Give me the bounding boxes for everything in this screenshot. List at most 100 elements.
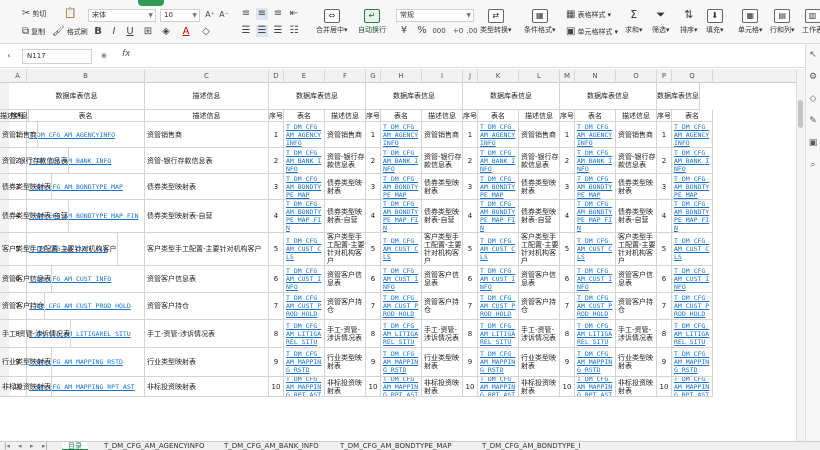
number-format-select[interactable]: 常规 ▼ bbox=[396, 9, 474, 22]
table-link-cell[interactable]: T_DM_CFG_AM_CUST_I NFO bbox=[381, 266, 422, 293]
table-link-cell[interactable]: T_DM_CFG_AM_BONDTY PE_MAP_FI N bbox=[575, 200, 616, 233]
format-painter-button[interactable]: 🖌 格式刷 bbox=[52, 27, 88, 37]
desc-cell[interactable]: 债券类型映射表 bbox=[145, 174, 269, 200]
seq-cell[interactable]: 8 bbox=[463, 320, 478, 348]
table-link-cell[interactable]: T_DM_CFG_AM_CUST_C LS bbox=[478, 233, 519, 266]
seq-cell[interactable]: 7 bbox=[269, 293, 284, 320]
table-link-cell[interactable]: T_DM_CFG_AM_MAPPIN G_RPT_AST bbox=[478, 377, 519, 397]
desc-cell[interactable]: 债券类型映射表-自营 bbox=[0, 200, 69, 233]
desc-cell[interactable]: 债券类型映射表-自营 bbox=[519, 200, 560, 233]
align-center-icon[interactable]: ☰ bbox=[256, 25, 268, 37]
table-link-cell[interactable]: T_DM_CFG_AM_BANK_I NFO bbox=[575, 148, 616, 174]
seq-cell[interactable]: 8 bbox=[560, 320, 575, 348]
desc-cell[interactable]: 债券类型映射表 bbox=[422, 174, 463, 200]
indent-left-icon[interactable]: ⇤ bbox=[288, 8, 300, 20]
seq-cell[interactable]: 8 bbox=[269, 320, 284, 348]
type-convert-button[interactable]: ⇄ 类型转换▾ bbox=[480, 9, 512, 35]
seq-cell[interactable]: 3 bbox=[463, 174, 478, 200]
desc-cell[interactable]: 资管客户信息表 bbox=[145, 266, 269, 293]
seq-cell[interactable]: 9 bbox=[463, 348, 478, 377]
desc-cell[interactable]: 资管客户信息表 bbox=[422, 266, 463, 293]
table-link-cell[interactable]: T_DM_CFG_AM_CUST_I NFO bbox=[575, 266, 616, 293]
grow-font-icon[interactable]: A⁺ bbox=[204, 9, 216, 21]
desc-cell[interactable]: 资管销售商 bbox=[145, 122, 269, 148]
cut-button[interactable]: ✂ 剪切 bbox=[22, 9, 46, 19]
seq-cell[interactable]: 10 bbox=[463, 377, 478, 397]
seq-cell[interactable]: 1 bbox=[366, 122, 381, 148]
table-link-cell[interactable]: T_DM_CFG_AM_AGENCY INFO bbox=[575, 122, 616, 148]
table-link-cell[interactable]: T_DM_CFG_AM_BONDTY PE_MAP_FI N bbox=[284, 200, 325, 233]
desc-cell[interactable]: 资管客户持仓 bbox=[616, 293, 657, 320]
column-header[interactable]: N bbox=[575, 69, 616, 83]
desc-cell[interactable]: 行业类型映射表 bbox=[0, 348, 52, 377]
fill-button[interactable]: ⬇ 填充▾ bbox=[706, 9, 724, 35]
seq-cell[interactable]: 4 bbox=[657, 200, 672, 233]
table-link-cell[interactable]: T_DM_CFG_AM_LITIGA REL_SITU bbox=[478, 320, 519, 348]
wrap-text-button[interactable]: ↵ 自动换行 bbox=[358, 9, 386, 35]
seq-cell[interactable]: 2 bbox=[269, 148, 284, 174]
collapse-icon[interactable]: ‹ bbox=[3, 50, 15, 62]
seq-cell[interactable]: 5 bbox=[560, 233, 575, 266]
seq-cell[interactable]: 7 bbox=[560, 293, 575, 320]
rows-cols-button[interactable]: ▤ 行和列▾ bbox=[770, 9, 795, 35]
pointer-icon[interactable]: ↖ bbox=[806, 44, 820, 66]
desc-cell[interactable]: 资管销售商 bbox=[0, 122, 38, 148]
desc-cell[interactable]: 资管-银行存款信息表 bbox=[0, 148, 69, 174]
tab-bank-info[interactable]: T_DM_CFG_AM_BANK_INFO bbox=[224, 442, 319, 450]
seq-cell[interactable]: 4 bbox=[269, 200, 284, 233]
seq-cell[interactable]: 5 bbox=[657, 233, 672, 266]
pen-icon[interactable]: ✎ bbox=[806, 110, 820, 132]
desc-cell[interactable]: 资管销售商 bbox=[422, 122, 463, 148]
desc-cell[interactable]: 资管客户持仓 bbox=[145, 293, 269, 320]
desc-cell[interactable]: 非标投资映射表 bbox=[145, 377, 269, 397]
merge-center-button[interactable]: ⇔ 合并居中▾ bbox=[316, 9, 348, 35]
table-link-cell[interactable]: T_DM_CFG_AM_BONDTY PE_MAP bbox=[575, 174, 616, 200]
seq-cell[interactable]: 6 bbox=[560, 266, 575, 293]
desc-cell[interactable]: 债券类型映射表-自营 bbox=[616, 200, 657, 233]
desc-cell[interactable]: 资管销售商 bbox=[519, 122, 560, 148]
seq-cell[interactable]: 4 bbox=[463, 200, 478, 233]
table-link-cell[interactable]: T_DM_CFG_AM_CUST_C LS bbox=[381, 233, 422, 266]
desc-cell[interactable]: 债券类型映射表-自营 bbox=[422, 200, 463, 233]
desc-cell[interactable]: 行业类型映射表 bbox=[616, 348, 657, 377]
seq-cell[interactable]: 1 bbox=[657, 122, 672, 148]
desc-cell[interactable]: 资管客户持仓 bbox=[0, 293, 45, 320]
table-link-cell[interactable]: T_DM_CFG_AM_CUST_C LS bbox=[284, 233, 325, 266]
column-header[interactable]: Q bbox=[672, 69, 713, 83]
seq-cell[interactable]: 2 bbox=[560, 148, 575, 174]
seq-cell[interactable]: 6 bbox=[269, 266, 284, 293]
seq-cell[interactable]: 1 bbox=[560, 122, 575, 148]
table-link-cell[interactable]: T_DM_CFG_AM_BONDTY PE_MAP_FI N bbox=[478, 200, 519, 233]
desc-cell[interactable]: 客户类型手工配置-主要针对机构客户 bbox=[145, 233, 269, 266]
seq-cell[interactable]: 3 bbox=[560, 174, 575, 200]
table-link-cell[interactable]: T_DM_CFG_AM_BANK_I NFO bbox=[478, 148, 519, 174]
seq-cell[interactable]: 2 bbox=[366, 148, 381, 174]
desc-cell[interactable]: 债券类型映射表 bbox=[519, 174, 560, 200]
desc-cell[interactable]: 债券类型映射表-自营 bbox=[145, 200, 269, 233]
paste-icon[interactable]: 📋 bbox=[64, 8, 76, 20]
settings-icon[interactable]: ⚙ bbox=[806, 66, 820, 88]
table-link-cell[interactable]: T_DM_CFG_AM_CUST_I NFO bbox=[672, 266, 713, 293]
seq-cell[interactable]: 5 bbox=[463, 233, 478, 266]
desc-cell[interactable]: 资管-银行存款信息表 bbox=[519, 148, 560, 174]
image-icon[interactable]: ▣ bbox=[806, 132, 820, 154]
table-link-cell[interactable]: T_DM_CFG_AM_CUST_I NFO bbox=[478, 266, 519, 293]
worksheet-button[interactable]: ▥ 工作表 bbox=[802, 9, 820, 35]
desc-cell[interactable]: 非标投资映射表 bbox=[0, 377, 52, 397]
desc-cell[interactable]: 资管客户持仓 bbox=[519, 293, 560, 320]
table-link-cell[interactable]: T_DM_CFG_AM_BANK_I NFO bbox=[381, 148, 422, 174]
column-header[interactable]: F bbox=[325, 69, 366, 83]
seq-cell[interactable]: 4 bbox=[366, 200, 381, 233]
table-link-cell[interactable]: T_DM_CFG_AM_MAPPIN G_RPT_AST bbox=[672, 377, 713, 397]
table-link-cell[interactable]: T_DM_CFG_AM_AGENCY INFO bbox=[672, 122, 713, 148]
table-style-button[interactable]: ▦ 表格样式 ▾ bbox=[566, 10, 611, 20]
desc-cell[interactable]: 资管-银行存款信息表 bbox=[616, 148, 657, 174]
seq-cell[interactable]: 1 bbox=[269, 122, 284, 148]
tab-agencyinfo[interactable]: T_DM_CFG_AM_AGENCYINFO bbox=[104, 442, 205, 450]
bucket-fill-icon[interactable]: ◈ bbox=[160, 26, 172, 38]
table-link-cell[interactable]: T_DM_CFG_AM_BANK_I NFO bbox=[672, 148, 713, 174]
shape-icon[interactable]: ◇ bbox=[806, 88, 820, 110]
seq-cell[interactable]: 8 bbox=[366, 320, 381, 348]
column-header[interactable]: D bbox=[269, 69, 284, 83]
align-bottom-icon[interactable]: ≡ bbox=[272, 8, 284, 20]
